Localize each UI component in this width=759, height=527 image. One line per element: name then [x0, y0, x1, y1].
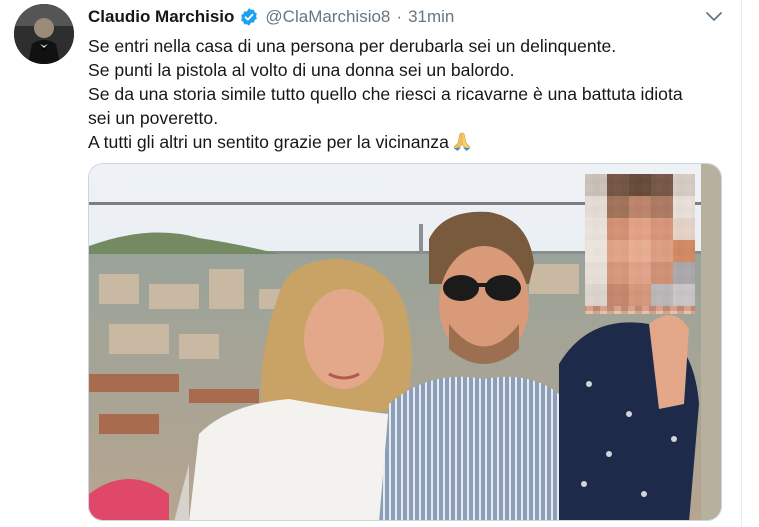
tweet-line: Se punti la pistola al volto di una donn…	[88, 60, 515, 80]
verified-badge-icon	[241, 8, 258, 26]
avatar[interactable]	[14, 4, 74, 64]
photo-image	[89, 164, 721, 520]
author-name[interactable]: Claudio Marchisio	[88, 7, 234, 27]
separator-dot: ·	[396, 7, 403, 26]
timeline-divider	[741, 0, 742, 527]
chevron-down-icon[interactable]	[703, 9, 725, 25]
folded-hands-icon	[453, 132, 471, 151]
tweet-line: Se entri nella casa di una persona per d…	[88, 36, 617, 56]
tweet-header: Claudio Marchisio @ClaMarchisio8 · 31min	[88, 6, 454, 28]
tweet-line-text: A tutti gli altri un sentito grazie per …	[88, 132, 449, 152]
avatar-photo	[14, 4, 74, 64]
tweet-photo[interactable]	[88, 163, 722, 521]
tweet-line-last: A tutti gli altri un sentito grazie per …	[88, 130, 733, 154]
tweet-timestamp[interactable]: 31min	[408, 7, 454, 27]
tweet-line: sei un poveretto.	[88, 108, 219, 128]
author-handle[interactable]: @ClaMarchisio8	[265, 7, 390, 27]
tweet-text: Se entri nella casa di una persona per d…	[88, 34, 733, 154]
tweet-line: Se da una storia simile tutto quello che…	[88, 84, 683, 104]
